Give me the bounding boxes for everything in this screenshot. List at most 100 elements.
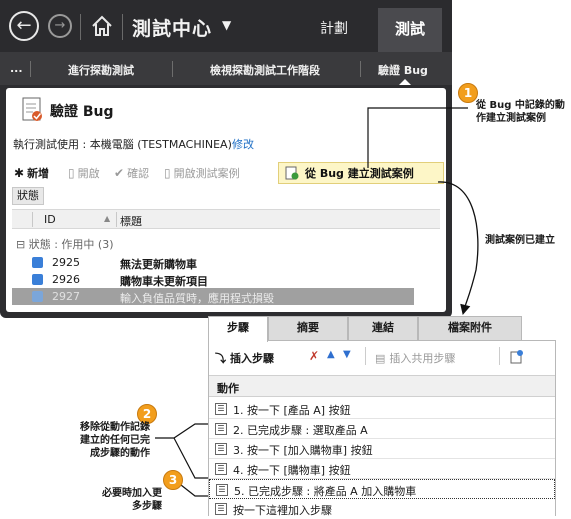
column-header-action: 動作: [217, 382, 239, 395]
step-text: 4. 按一下 [購物車] 按鈕: [233, 464, 351, 477]
new-button[interactable]: ✱ 新增: [14, 165, 49, 181]
modify-link[interactable]: 修改: [232, 136, 254, 152]
bug-icon: [32, 274, 43, 285]
test-case-steps-panel: 步驟 摘要 連結 檔案附件 ⤵ 插入步驟 ✗ ▲ ▼ ▤ 插入共用步驟 動作 ☰…: [208, 316, 556, 519]
callout-3-line1: 必要時加入更: [102, 488, 162, 499]
bug-id: 2925: [52, 256, 80, 269]
back-button[interactable]: ←: [9, 11, 39, 41]
column-header-id[interactable]: ID: [44, 213, 56, 226]
steps-body: ⤵ 插入步驟 ✗ ▲ ▼ ▤ 插入共用步驟 動作 ☰ 1. 按一下 [產品 A]…: [208, 340, 556, 519]
group-label: 狀態 : 作用中 (3): [28, 238, 114, 251]
step-text: 2. 已完成步驟 : 選取產品 A: [233, 424, 368, 437]
shared-steps-icon: ▤: [375, 351, 386, 365]
divider: [80, 14, 81, 40]
callout-2-line1: 移除從動作記錄: [80, 422, 150, 433]
forward-button[interactable]: →: [48, 14, 72, 38]
divider: [365, 347, 366, 365]
step-row[interactable]: ☰ 4. 按一下 [購物車] 按鈕: [209, 459, 555, 479]
step-icon: ☰: [215, 423, 227, 435]
open-test-case-label: 開啟測試案例: [173, 167, 240, 180]
divider: [499, 347, 500, 365]
tab-plan[interactable]: 計劃: [320, 18, 348, 38]
callout-1-text: 從 Bug 中記錄的動 作建立測試案例: [476, 99, 565, 125]
column-divider: [32, 212, 33, 227]
move-down-icon[interactable]: ▼: [343, 349, 351, 360]
home-icon[interactable]: [90, 14, 114, 38]
tab-summary[interactable]: 摘要: [268, 316, 348, 340]
sort-ascending-icon: ▲: [104, 214, 111, 223]
open-button[interactable]: ▯ 開啟: [68, 165, 100, 181]
callout-1-line1: 從 Bug 中記錄的動: [476, 100, 565, 111]
bug-id: 2926: [52, 273, 80, 286]
step-icon: ☰: [215, 463, 227, 475]
table-row[interactable]: 2926 購物車未更新項目: [12, 271, 440, 288]
table-row[interactable]: 2925 無法更新購物車: [12, 254, 440, 271]
move-up-icon[interactable]: ▲: [327, 349, 335, 360]
create-test-case-label: 從 Bug 建立測試案例: [305, 167, 414, 180]
subnav-exploratory-test[interactable]: 進行探勘測試: [68, 62, 134, 78]
delete-step-icon[interactable]: ✗: [309, 349, 319, 363]
state-filter-button[interactable]: 狀態: [12, 187, 44, 205]
step-icon: ☰: [215, 403, 227, 415]
add-step-row[interactable]: ☰ 按一下這裡加入步驟: [209, 499, 555, 519]
divider: [360, 61, 361, 77]
verify-bugs-panel: 驗證 Bug 執行測試使用 : 本機電腦 (TESTMACHINEA) 修改 ✱…: [6, 88, 446, 312]
top-bar: ← → 測試中心 ▼ 計劃 測試: [0, 0, 452, 52]
bug-icon: [32, 257, 43, 268]
new-label: 新增: [27, 167, 50, 180]
collapse-icon[interactable]: ⊟: [16, 238, 29, 251]
insert-shared-steps-button[interactable]: ▤ 插入共用步驟: [375, 350, 455, 366]
bug-title: 購物車未更新項目: [120, 275, 208, 288]
insert-step-label: 插入步驟: [230, 352, 274, 365]
tab-steps[interactable]: 步驟: [208, 316, 268, 342]
bug-id: 2927: [52, 290, 80, 303]
confirm-button[interactable]: ✔ 確認: [114, 165, 149, 181]
panel-title: 驗證 Bug: [50, 104, 114, 120]
sub-nav: ... 進行探勘測試 檢視探勘測試工作階段 驗證 Bug: [0, 52, 452, 85]
execution-machine-label: 執行測試使用 : 本機電腦 (TESTMACHINEA): [13, 138, 232, 151]
step-text: 1. 按一下 [產品 A] 按鈕: [233, 404, 351, 417]
divider: [172, 61, 173, 77]
tab-attachments[interactable]: 檔案附件: [418, 316, 522, 340]
bug-toolbar: ✱ 新增 ▯ 開啟 ✔ 確認 ▯ 開啟測試案例 從 Bug 建立測試案例: [12, 162, 444, 184]
callout-3-line2: 多步驟: [132, 501, 162, 512]
step-icon: ☰: [215, 443, 227, 455]
bug-title: 輸入負值品質時，應用程式損毀: [120, 292, 274, 305]
steps-header: 動作: [209, 375, 555, 397]
step-icon: ☰: [215, 503, 227, 515]
divider: [30, 61, 31, 77]
group-header-active[interactable]: ⊟ 狀態 : 作用中 (3): [16, 236, 114, 252]
test-case-created-label: 測試案例已建立: [485, 235, 555, 246]
subnav-overflow[interactable]: ...: [10, 62, 23, 75]
document-icon: ▯: [164, 166, 171, 180]
create-test-case-from-bug-button[interactable]: 從 Bug 建立測試案例: [278, 162, 444, 184]
step-row[interactable]: ☰ 2. 已完成步驟 : 選取產品 A: [209, 419, 555, 439]
step-row[interactable]: ☰ 1. 按一下 [產品 A] 按鈕: [209, 399, 555, 419]
tab-test[interactable]: 測試: [378, 8, 442, 52]
grid-header: ID ▲ 標題: [12, 209, 440, 229]
insert-step-icon: ⤵: [215, 352, 226, 365]
open-label: 開啟: [77, 167, 100, 180]
insert-shared-steps-label: 插入共用步驟: [389, 352, 456, 365]
hub-dropdown-icon[interactable]: ▼: [222, 18, 231, 32]
app-frame: ← → 測試中心 ▼ 計劃 測試 ... 進行探勘測試 檢視探勘測試工作階段 驗…: [0, 0, 452, 318]
selected-caret: [399, 79, 411, 85]
insert-step-button[interactable]: ⤵ 插入步驟: [215, 350, 274, 366]
subnav-view-sessions[interactable]: 檢視探勘測試工作階段: [210, 62, 320, 78]
subnav-verify-bugs[interactable]: 驗證 Bug: [378, 62, 428, 78]
document-icon: ▯: [68, 166, 75, 180]
table-row-selected[interactable]: 2927 輸入負值品質時，應用程式損毀: [12, 288, 414, 305]
bug-title: 無法更新購物車: [120, 258, 197, 271]
bug-icon: [32, 291, 43, 302]
column-header-title[interactable]: 標題: [120, 213, 142, 229]
step-row[interactable]: ☰ 3. 按一下 [加入購物車] 按鈕: [209, 439, 555, 459]
callout-2-text: 移除從動作記錄 建立的任何已完 成步驟的動作: [66, 421, 150, 460]
back-arrow-icon: ←: [16, 15, 32, 36]
verify-bug-icon: [22, 97, 42, 121]
tab-links[interactable]: 連結: [348, 316, 418, 340]
open-test-case-button[interactable]: ▯ 開啟測試案例: [164, 165, 240, 181]
parameters-icon[interactable]: [509, 348, 525, 364]
callout-number-1: 1: [458, 83, 478, 103]
step-row-selected[interactable]: ☰ 5. 已完成步驟 : 將產品 A 加入購物車: [209, 479, 555, 499]
callout-1-line2: 作建立測試案例: [476, 113, 546, 124]
